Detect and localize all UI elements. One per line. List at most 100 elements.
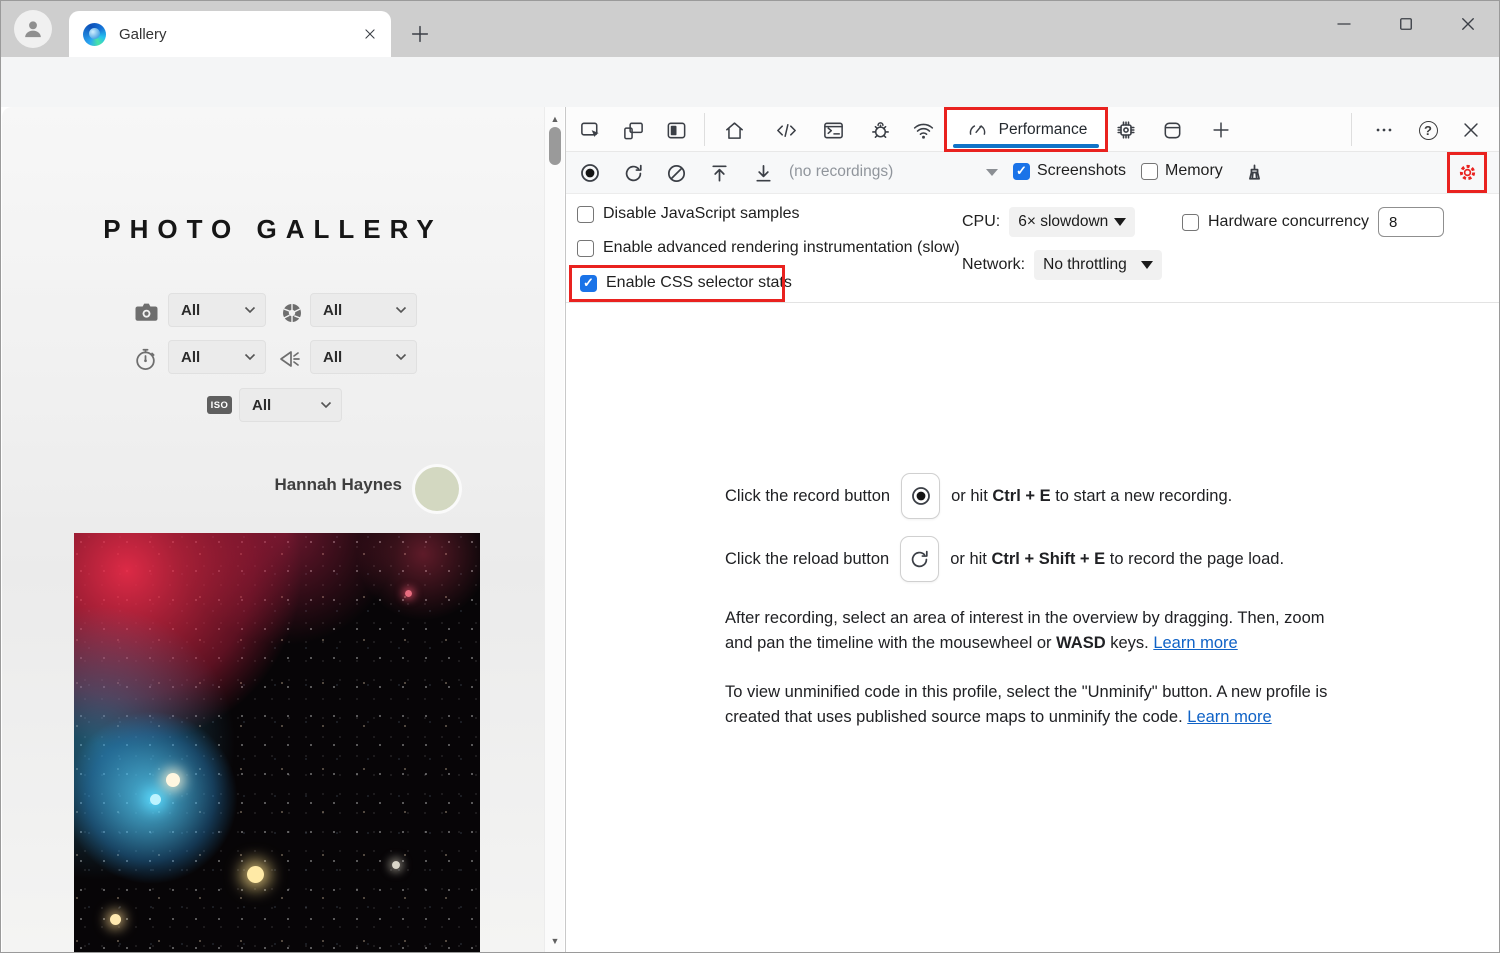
new-tab-button[interactable]	[404, 18, 436, 50]
hardware-concurrency-checkbox[interactable]	[1182, 214, 1199, 231]
camera-icon	[133, 301, 160, 323]
advanced-rendering-label: Enable advanced rendering instrumentatio…	[603, 239, 960, 257]
capture-settings-pane: Disable JavaScript samples Enable advanc…	[566, 194, 1500, 303]
screenshots-checkbox[interactable]: ✓	[1013, 163, 1030, 180]
tab-performance-label: Performance	[999, 121, 1088, 139]
camera-filter-select[interactable]: All	[168, 293, 266, 327]
save-profile-icon[interactable]	[748, 159, 778, 187]
learn-more-link-2[interactable]: Learn more	[1187, 708, 1271, 726]
content-area: PHOTO GALLERY All All All	[1, 107, 1499, 953]
network-throttle-select[interactable]: No throttling	[1034, 250, 1162, 280]
hardware-concurrency-setting: Hardware concurrency 8	[1182, 207, 1444, 237]
performance-landing: Click the record button or hit Ctrl + E …	[566, 303, 1500, 953]
unminify-help-paragraph: To view unminified code in this profile,…	[725, 680, 1331, 730]
screenshots-toggle[interactable]: ✓ Screenshots	[1013, 162, 1126, 180]
scroll-up-arrow[interactable]: ▲	[545, 110, 565, 128]
flash-icon	[278, 347, 304, 371]
reload-help-post: or hit Ctrl + Shift + E to record the pa…	[950, 550, 1284, 569]
gallery-photo[interactable]	[74, 533, 480, 953]
help-icon[interactable]: ?	[1412, 115, 1444, 145]
minimize-button[interactable]	[1313, 1, 1375, 47]
network-label: Network:	[962, 256, 1025, 274]
profile-avatar[interactable]	[14, 10, 52, 48]
maximize-button[interactable]	[1375, 1, 1437, 47]
active-tab-indicator	[953, 144, 1099, 148]
iso-filter-select[interactable]: All	[239, 388, 342, 422]
tab-performance[interactable]: Performance	[944, 107, 1108, 152]
more-tools-plus-icon[interactable]	[1205, 115, 1237, 145]
devtools-panel: Performance ?	[565, 107, 1500, 953]
aperture-icon	[280, 301, 304, 325]
issues-bug-icon[interactable]	[864, 115, 896, 145]
record-help-post: or hit Ctrl + E to start a new recording…	[951, 487, 1232, 506]
record-help-line: Click the record button or hit Ctrl + E …	[725, 303, 1500, 519]
dock-side-icon[interactable]	[660, 115, 692, 145]
flash-filter-select[interactable]: All	[310, 340, 417, 374]
learn-more-link[interactable]: Learn more	[1153, 634, 1237, 652]
aperture-filter-value: All	[323, 302, 342, 319]
gear-icon[interactable]	[1456, 161, 1479, 184]
chevron-down-icon	[395, 353, 407, 361]
disable-js-label: Disable JavaScript samples	[603, 205, 800, 223]
shutter-filter-value: All	[181, 349, 200, 366]
bokeh-light	[247, 866, 264, 883]
advanced-rendering-setting[interactable]: Enable advanced rendering instrumentatio…	[577, 239, 960, 257]
photographer-avatar[interactable]	[415, 467, 459, 511]
bokeh-light	[392, 861, 400, 869]
memory-checkbox[interactable]	[1141, 163, 1158, 180]
load-profile-icon[interactable]	[704, 159, 734, 187]
collect-garbage-icon[interactable]	[1239, 159, 1269, 187]
window-close-button[interactable]	[1437, 1, 1499, 47]
recordings-caret-icon[interactable]	[986, 169, 998, 176]
reload-help-pre: Click the reload button	[725, 550, 889, 569]
scroll-down-arrow[interactable]: ▼	[545, 932, 565, 950]
layout-icon[interactable]	[1156, 115, 1188, 145]
recordings-dropdown[interactable]: (no recordings)	[789, 163, 893, 181]
clear-button[interactable]	[661, 159, 691, 187]
chevron-down-icon	[395, 306, 407, 314]
inspect-icon[interactable]	[574, 115, 606, 145]
photo-gallery-page: PHOTO GALLERY All All All	[2, 107, 544, 953]
hardware-concurrency-label: Hardware concurrency	[1208, 213, 1369, 231]
memory-label: Memory	[1165, 162, 1223, 180]
screenshots-label: Screenshots	[1037, 162, 1126, 180]
capture-settings-highlight	[1447, 152, 1487, 193]
shutter-speed-icon	[133, 347, 158, 372]
window-controls	[1313, 1, 1499, 57]
tab-close-icon[interactable]	[363, 27, 377, 41]
cpu-value: 6× slowdown	[1018, 213, 1108, 231]
photographer-name: Hannah Haynes	[274, 475, 402, 495]
bokeh-light	[405, 590, 412, 597]
console-icon[interactable]	[817, 115, 849, 145]
reload-record-button[interactable]	[618, 159, 648, 187]
network-wifi-icon[interactable]	[907, 115, 939, 145]
elements-code-icon[interactable]	[770, 115, 802, 145]
cpu-throttle-select[interactable]: 6× slowdown	[1009, 207, 1135, 237]
scrollbar-thumb[interactable]	[549, 127, 561, 165]
chevron-down-icon	[244, 306, 256, 314]
advanced-rendering-checkbox[interactable]	[577, 240, 594, 257]
device-emulation-icon[interactable]	[617, 115, 649, 145]
disable-js-setting[interactable]: Disable JavaScript samples	[577, 205, 800, 223]
welcome-home-icon[interactable]	[718, 115, 750, 145]
reload-help-line: Click the reload button or hit Ctrl + Sh…	[725, 536, 1500, 582]
browser-tab-gallery[interactable]: Gallery	[69, 11, 391, 57]
aperture-filter-select[interactable]: All	[310, 293, 417, 327]
memory-toggle[interactable]: Memory	[1141, 162, 1223, 180]
devtools-close-icon[interactable]	[1455, 115, 1487, 145]
shutter-filter-select[interactable]: All	[168, 340, 266, 374]
devtools-menu-icon[interactable]	[1368, 115, 1400, 145]
page-scrollbar[interactable]: ▲ ▼	[544, 107, 564, 953]
timeline-help-paragraph: After recording, select an area of inter…	[725, 606, 1331, 656]
hardware-concurrency-input[interactable]: 8	[1378, 207, 1444, 237]
edge-logo-icon	[83, 23, 106, 46]
tab-bar: Gallery	[1, 1, 1499, 57]
bokeh-light	[110, 914, 121, 925]
bokeh-light	[166, 773, 180, 787]
memory-chip-icon[interactable]	[1110, 115, 1142, 145]
network-throttle-setting: Network: No throttling	[962, 250, 1162, 280]
record-button[interactable]	[575, 159, 605, 187]
disable-js-checkbox[interactable]	[577, 206, 594, 223]
record-icon	[909, 484, 933, 508]
dropdown-caret-icon	[1114, 218, 1126, 226]
